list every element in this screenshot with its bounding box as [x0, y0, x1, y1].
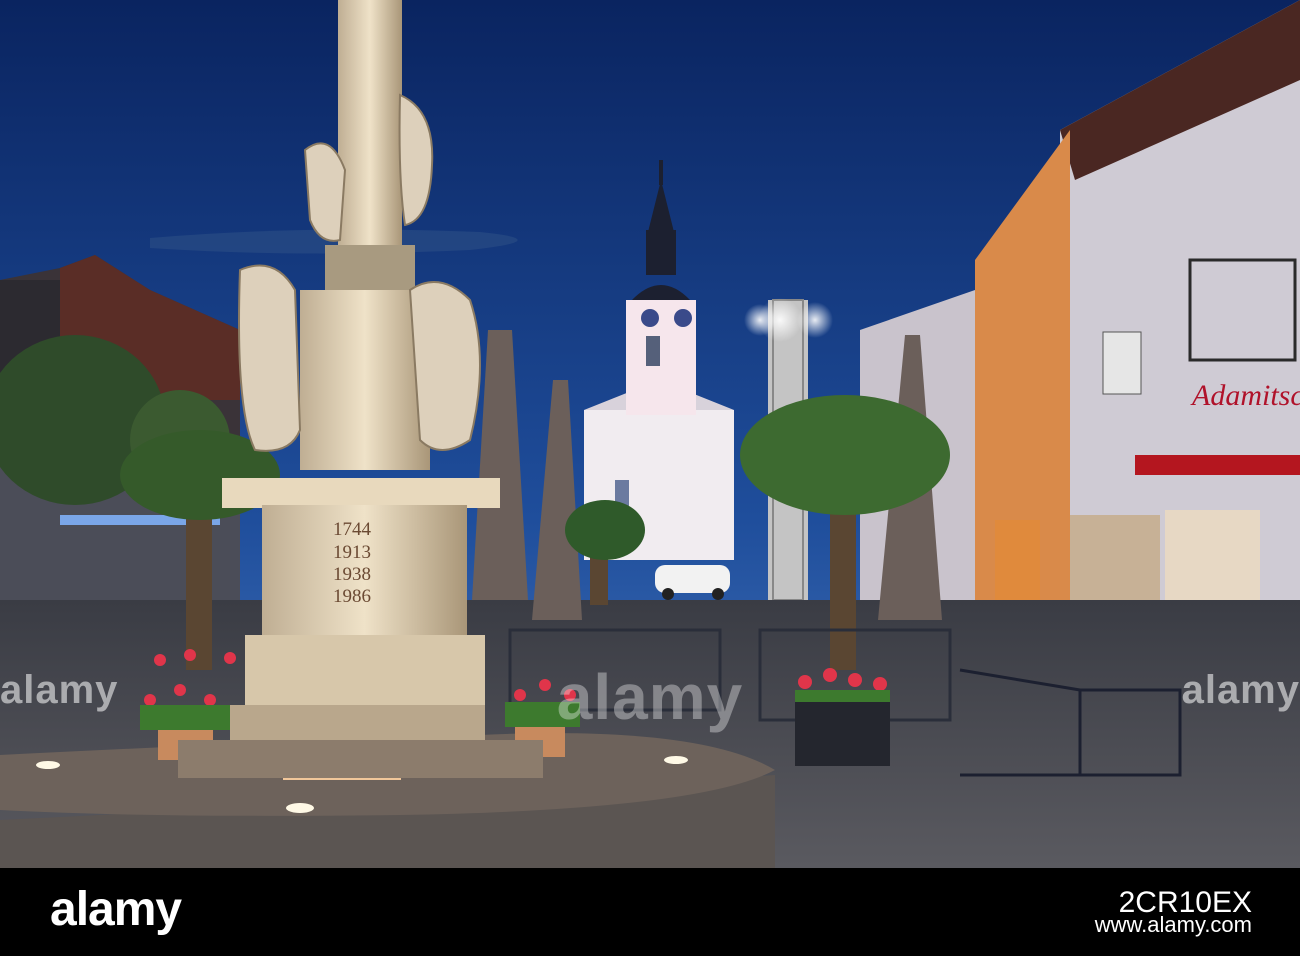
watermark-right: alamy: [1181, 668, 1300, 712]
photo-illustration: Adamitsch: [0, 0, 1300, 868]
stock-footer: alamy 2CR10EX www.alamy.com: [0, 868, 1300, 956]
shop-sign: Adamitsch: [1190, 379, 1300, 412]
footer-logo: alamy: [50, 883, 182, 936]
year-2: 1913: [333, 542, 371, 563]
year-1: 1744: [333, 519, 372, 540]
watermark-left: alamy: [0, 668, 119, 712]
street-photo: Adamitsch: [0, 0, 1300, 868]
footer-id-block: 2CR10EX www.alamy.com: [1094, 888, 1252, 937]
watermark-center: alamy: [556, 661, 744, 733]
year-4: 1986: [333, 586, 371, 607]
footer-url: www.alamy.com: [1094, 912, 1252, 937]
photo-stage: Adamitsch: [0, 0, 1300, 956]
year-3: 1938: [333, 564, 371, 585]
